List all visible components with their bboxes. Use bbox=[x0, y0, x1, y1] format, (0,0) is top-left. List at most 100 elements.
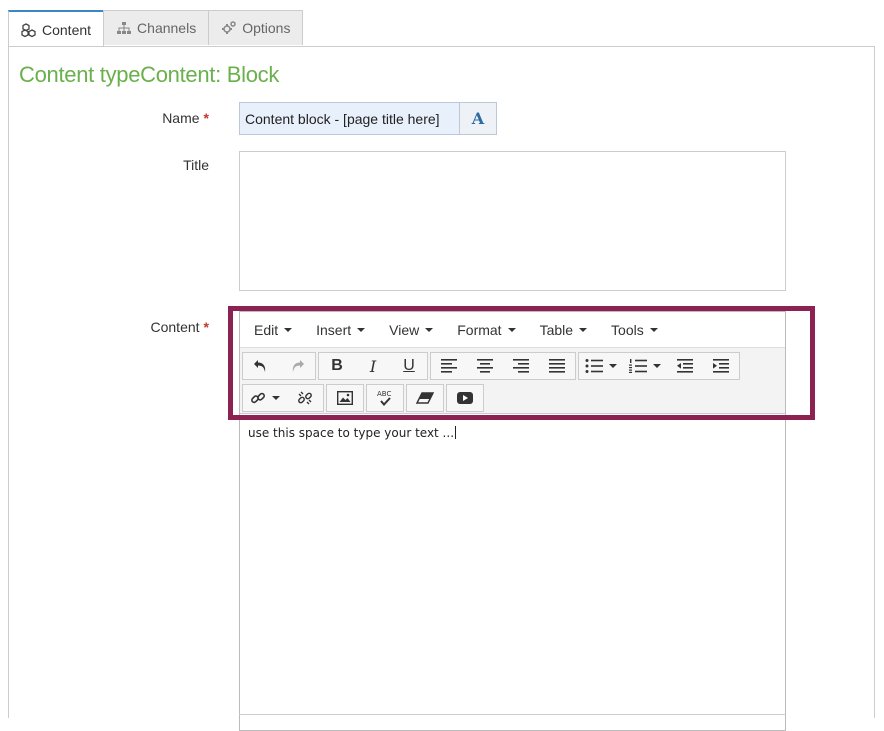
name-input[interactable] bbox=[239, 102, 459, 135]
tab-channels-label: Channels bbox=[137, 20, 197, 36]
history-group bbox=[242, 352, 316, 380]
page-title: Content typeContent: Block bbox=[19, 62, 280, 87]
menu-format[interactable]: Format bbox=[447, 322, 525, 338]
editor-statusbar-border bbox=[239, 714, 786, 715]
unlink-icon bbox=[298, 391, 312, 405]
tab-bar: Content Channels Options bbox=[8, 10, 304, 47]
title-label-text: Title bbox=[183, 157, 209, 173]
bullet-list-button[interactable] bbox=[579, 353, 623, 379]
name-label: Name * bbox=[9, 110, 209, 126]
content-label: Content * bbox=[9, 319, 210, 335]
text-cursor bbox=[455, 426, 457, 439]
caret-down-icon bbox=[425, 327, 434, 332]
sitemap-icon bbox=[116, 20, 132, 36]
outdent-button[interactable] bbox=[667, 353, 703, 379]
link-icon bbox=[251, 392, 265, 404]
required-mark: * bbox=[203, 110, 209, 126]
image-group bbox=[326, 384, 364, 412]
tab-options-label: Options bbox=[242, 20, 291, 36]
editor-toolbar: B I U ABC bbox=[240, 348, 785, 414]
underline-icon: U bbox=[403, 357, 415, 374]
align-left-icon bbox=[441, 359, 457, 373]
outdent-icon bbox=[677, 359, 693, 373]
align-center-button[interactable] bbox=[467, 353, 503, 379]
align-right-icon bbox=[513, 359, 529, 373]
caret-down-icon bbox=[272, 396, 280, 400]
caret-down-icon bbox=[357, 327, 366, 332]
menu-view[interactable]: View bbox=[379, 322, 443, 338]
bullet-list-icon bbox=[585, 359, 603, 373]
svg-text:ABC: ABC bbox=[377, 390, 391, 398]
tab-options[interactable]: Options bbox=[208, 10, 304, 45]
editor-body[interactable]: use this space to type your text ... bbox=[240, 414, 785, 452]
title-label: Title bbox=[9, 157, 209, 173]
undo-button[interactable] bbox=[243, 353, 279, 379]
redo-icon bbox=[292, 360, 304, 372]
align-left-button[interactable] bbox=[431, 353, 467, 379]
numbered-list-icon bbox=[629, 359, 647, 373]
tab-divider bbox=[8, 46, 875, 47]
caret-down-icon bbox=[579, 327, 588, 332]
list-group bbox=[578, 352, 740, 380]
redo-button[interactable] bbox=[279, 353, 315, 379]
align-justify-icon bbox=[549, 359, 565, 373]
media-group bbox=[446, 384, 484, 412]
unlink-button[interactable] bbox=[287, 385, 323, 411]
menu-table-label: Table bbox=[539, 321, 574, 338]
spellcheck-icon: ABC bbox=[377, 390, 391, 407]
link-group bbox=[242, 384, 324, 412]
content-label-text: Content bbox=[150, 319, 200, 335]
panel-border-right bbox=[874, 46, 875, 718]
align-justify-button[interactable] bbox=[539, 353, 575, 379]
menu-tools[interactable]: Tools bbox=[601, 322, 668, 338]
tab-content[interactable]: Content bbox=[8, 10, 105, 47]
tab-channels[interactable]: Channels bbox=[103, 10, 210, 45]
indent-icon bbox=[713, 359, 729, 373]
caret-down-icon bbox=[649, 327, 658, 332]
undo-icon bbox=[254, 360, 266, 372]
rich-text-editor: Edit Insert View Format Table Tools B I … bbox=[239, 311, 786, 731]
menu-edit[interactable]: Edit bbox=[244, 322, 302, 338]
panel-border-left bbox=[8, 46, 9, 718]
insert-link-button[interactable] bbox=[243, 385, 287, 411]
spellcheck-button[interactable]: ABC bbox=[367, 385, 403, 411]
alignment-group bbox=[430, 352, 576, 380]
eraser-icon bbox=[416, 392, 434, 404]
name-field-group: A bbox=[239, 102, 497, 135]
caret-down-icon bbox=[284, 327, 293, 332]
clear-formatting-button[interactable] bbox=[407, 385, 443, 411]
tab-content-label: Content bbox=[42, 21, 92, 38]
menu-table[interactable]: Table bbox=[530, 322, 597, 338]
indent-button[interactable] bbox=[703, 353, 739, 379]
numbered-list-button[interactable] bbox=[623, 353, 667, 379]
required-mark: * bbox=[203, 319, 209, 335]
cogs-icon bbox=[221, 20, 237, 36]
title-textarea[interactable] bbox=[239, 151, 786, 291]
font-a-icon: A bbox=[471, 109, 485, 128]
font-style-button[interactable]: A bbox=[459, 102, 497, 135]
bold-icon: B bbox=[331, 357, 343, 374]
menu-insert-label: Insert bbox=[316, 321, 352, 338]
menu-format-label: Format bbox=[457, 321, 502, 338]
underline-button[interactable]: U bbox=[391, 353, 427, 379]
caret-down-icon bbox=[507, 327, 516, 332]
align-right-button[interactable] bbox=[503, 353, 539, 379]
align-center-icon bbox=[477, 359, 493, 373]
italic-button[interactable]: I bbox=[355, 353, 391, 379]
editor-menubar: Edit Insert View Format Table Tools bbox=[240, 312, 785, 348]
menu-insert[interactable]: Insert bbox=[306, 322, 375, 338]
image-icon bbox=[337, 391, 353, 405]
insert-media-button[interactable] bbox=[447, 385, 483, 411]
menu-tools-label: Tools bbox=[611, 321, 644, 338]
clear-format-group bbox=[406, 384, 444, 412]
spellcheck-group: ABC bbox=[366, 384, 404, 412]
insert-image-button[interactable] bbox=[327, 385, 363, 411]
bold-button[interactable]: B bbox=[319, 353, 355, 379]
caret-down-icon bbox=[653, 364, 661, 368]
italic-icon: I bbox=[369, 356, 377, 376]
editor-body-text: use this space to type your text ... bbox=[248, 426, 455, 440]
caret-down-icon bbox=[609, 364, 617, 368]
menu-edit-label: Edit bbox=[254, 321, 279, 338]
menu-view-label: View bbox=[389, 321, 420, 338]
video-icon bbox=[457, 392, 473, 404]
